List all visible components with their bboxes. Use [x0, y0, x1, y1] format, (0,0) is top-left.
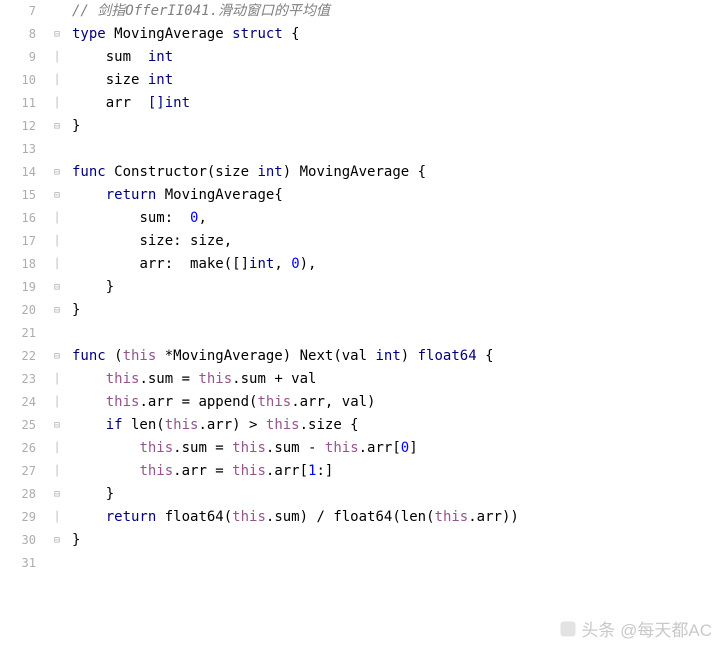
line-number: 7 [0, 0, 36, 23]
line-number: 26 [0, 437, 36, 460]
line-number: 14 [0, 161, 36, 184]
code-line[interactable] [72, 322, 728, 345]
fold-close-icon[interactable]: ⊟ [48, 299, 66, 322]
line-number: 27 [0, 460, 36, 483]
line-number: 12 [0, 115, 36, 138]
watermark: 头条 @每天都AC [559, 616, 712, 641]
line-number: 22 [0, 345, 36, 368]
code-line[interactable]: } [72, 115, 728, 138]
line-number-gutter: 7891011121314151617181920212223242526272… [0, 0, 48, 649]
code-line[interactable]: return float64(this.sum) / float64(len(t… [72, 506, 728, 529]
line-number: 23 [0, 368, 36, 391]
code-line[interactable]: arr: make([]int, 0), [72, 253, 728, 276]
code-line[interactable]: } [72, 483, 728, 506]
line-number: 24 [0, 391, 36, 414]
code-line[interactable]: return MovingAverage{ [72, 184, 728, 207]
code-line[interactable]: arr []int [72, 92, 728, 115]
fold-marker [48, 0, 66, 23]
line-number: 9 [0, 46, 36, 69]
fold-column: ⊟ │ │ │ ⊟ ⊟ ⊟ │ │ │ ⊟ ⊟ ⊟ │ │ ⊟ │ │ ⊟ │ … [48, 0, 66, 649]
code-line[interactable]: type MovingAverage struct { [72, 23, 728, 46]
code-line[interactable]: } [72, 299, 728, 322]
code-line[interactable]: this.sum = this.sum - this.arr[0] [72, 437, 728, 460]
code-area[interactable]: // 剑指OfferII041.滑动窗口的平均值 type MovingAver… [66, 0, 728, 649]
line-number: 18 [0, 253, 36, 276]
line-number: 21 [0, 322, 36, 345]
fold-open-icon[interactable]: ⊟ [48, 161, 66, 184]
line-number: 29 [0, 506, 36, 529]
watermark-text: 头条 @每天都AC [581, 616, 712, 641]
line-number: 25 [0, 414, 36, 437]
code-line[interactable]: sum: 0, [72, 207, 728, 230]
code-line[interactable]: this.arr = append(this.arr, val) [72, 391, 728, 414]
fold-close-icon[interactable]: ⊟ [48, 115, 66, 138]
code-line[interactable]: this.sum = this.sum + val [72, 368, 728, 391]
line-number: 17 [0, 230, 36, 253]
code-line[interactable]: } [72, 529, 728, 552]
line-number: 30 [0, 529, 36, 552]
line-number: 28 [0, 483, 36, 506]
code-line[interactable]: size: size, [72, 230, 728, 253]
code-line[interactable]: } [72, 276, 728, 299]
toutiao-icon [559, 620, 577, 638]
code-line[interactable]: // 剑指OfferII041.滑动窗口的平均值 [72, 0, 728, 23]
line-number: 11 [0, 92, 36, 115]
line-number: 19 [0, 276, 36, 299]
line-number: 16 [0, 207, 36, 230]
line-number: 10 [0, 69, 36, 92]
line-number: 13 [0, 138, 36, 161]
code-line[interactable]: func Constructor(size int) MovingAverage… [72, 161, 728, 184]
code-line[interactable] [72, 552, 728, 575]
fold-open-icon[interactable]: ⊟ [48, 345, 66, 368]
line-number: 20 [0, 299, 36, 322]
code-line[interactable] [72, 138, 728, 161]
code-line[interactable]: this.arr = this.arr[1:] [72, 460, 728, 483]
fold-close-icon[interactable]: ⊟ [48, 529, 66, 552]
fold-open-icon[interactable]: ⊟ [48, 23, 66, 46]
code-line[interactable]: sum int [72, 46, 728, 69]
code-line[interactable]: if len(this.arr) > this.size { [72, 414, 728, 437]
line-number: 31 [0, 552, 36, 575]
line-number: 8 [0, 23, 36, 46]
code-line[interactable]: func (this *MovingAverage) Next(val int)… [72, 345, 728, 368]
code-editor[interactable]: 7891011121314151617181920212223242526272… [0, 0, 728, 649]
line-number: 15 [0, 184, 36, 207]
code-line[interactable]: size int [72, 69, 728, 92]
